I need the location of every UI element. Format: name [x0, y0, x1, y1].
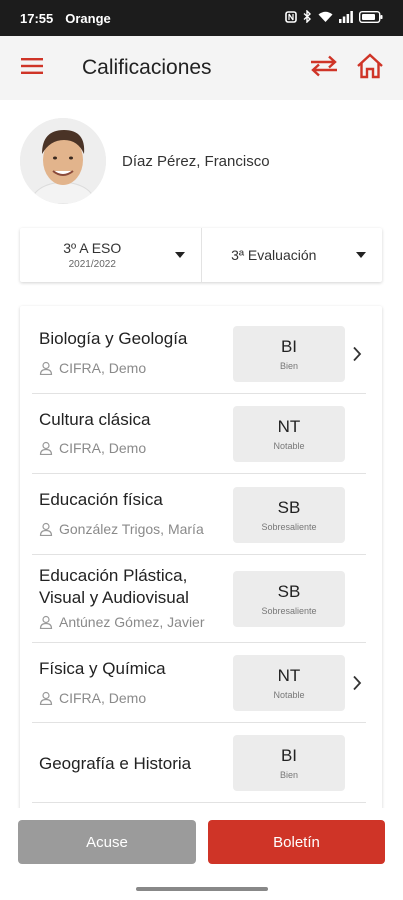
status-bar: 17:55 Orange [0, 0, 403, 36]
teacher-name: González Trigos, María [59, 521, 204, 537]
grade-badge: SB Sobresaliente [233, 487, 345, 543]
grade-badge: SB Sobresaliente [233, 571, 345, 627]
person-icon [39, 361, 53, 375]
bottom-actions: Acuse Boletín [0, 808, 403, 878]
subject-row[interactable]: Cultura clásica CIFRA, Demo NT Notable [20, 394, 382, 474]
subject-row[interactable]: Física y Química CIFRA, Demo NT Notable [20, 643, 382, 723]
subject-row[interactable]: Geografía e Historia BI Bien [20, 723, 382, 803]
teacher-name: Antúnez Gómez, Javier [59, 614, 205, 630]
app-bar: Calificaciones [0, 36, 403, 100]
gesture-bar[interactable] [136, 887, 268, 891]
evaluation-selector[interactable]: 3ª Evaluación [200, 228, 383, 282]
bluetooth-icon [303, 9, 312, 26]
grades-list: Biología y Geología CIFRA, Demo BI Bien … [20, 306, 382, 826]
teacher-name: CIFRA, Demo [59, 360, 147, 376]
teacher: CIFRA, Demo [39, 690, 146, 706]
subject-name: Educación física [39, 490, 163, 509]
school-year: 2021/2022 [68, 259, 116, 270]
divider [32, 802, 366, 803]
grade-code: SB [277, 582, 301, 601]
menu-icon [21, 57, 43, 80]
home-button[interactable] [347, 45, 393, 91]
grade-code: BI [280, 746, 298, 765]
menu-button[interactable] [0, 36, 64, 100]
system-icons [285, 9, 383, 26]
swap-arrows-icon [309, 55, 339, 82]
subject-row[interactable]: Educación Plástica, Visual y Audiovisual… [20, 555, 382, 643]
teacher: CIFRA, Demo [39, 440, 146, 456]
home-icon [356, 52, 384, 84]
evaluation-label: 3ª Evaluación [231, 247, 317, 263]
grade-code: BI [280, 337, 298, 356]
person-icon [39, 615, 53, 629]
grade-description: Notable [273, 690, 305, 700]
subject-name: Cultura clásica [39, 410, 151, 429]
chevron-right-icon[interactable] [350, 673, 364, 693]
teacher: González Trigos, María [39, 521, 204, 537]
filter-selectors: 3º A ESO 2021/2022 3ª Evaluación [20, 228, 382, 282]
student-name: Díaz Pérez, Francisco [122, 152, 270, 170]
grade-description: Bien [279, 770, 298, 780]
person-icon [39, 522, 53, 536]
grade-badge: NT Notable [233, 655, 345, 711]
grade-description: Notable [273, 441, 305, 451]
subject-name: Biología y Geología [39, 329, 188, 348]
grade-code: SB [277, 498, 301, 517]
wifi-icon [318, 11, 333, 26]
dropdown-caret-icon [174, 252, 185, 258]
subject-name: Física y Química [39, 659, 166, 678]
person-icon [39, 691, 53, 705]
grade-description: Bien [279, 361, 298, 371]
grade-code: NT [277, 666, 301, 685]
student-profile: Díaz Pérez, Francisco [20, 118, 270, 204]
grade-badge: NT Notable [233, 406, 345, 462]
nfc-icon [285, 10, 297, 26]
page-title: Calificaciones [82, 56, 212, 79]
teacher: CIFRA, Demo [39, 360, 146, 376]
person-icon [39, 441, 53, 455]
subject-name: Geografía e Historia [39, 754, 192, 773]
grade-code: NT [277, 417, 301, 436]
status-carrier: Orange [65, 10, 111, 26]
dropdown-caret-icon [356, 252, 366, 258]
avatar [20, 118, 106, 204]
chevron-right-icon[interactable] [350, 344, 364, 364]
acuse-button[interactable]: Acuse [18, 820, 196, 864]
subject-row[interactable]: Educación física González Trigos, María … [20, 474, 382, 555]
grade-badge: BI Bien [233, 326, 345, 382]
teacher-name: CIFRA, Demo [59, 440, 147, 456]
boletin-button[interactable]: Boletín [208, 820, 385, 864]
subject-row[interactable]: Biología y Geología CIFRA, Demo BI Bien [20, 306, 382, 394]
signal-icon [339, 10, 353, 26]
status-time: 17:55 [20, 10, 54, 26]
grade-badge: BI Bien [233, 735, 345, 791]
subject-name: Educación Plástica, Visual y Audiovisual [39, 566, 189, 607]
switch-student-button[interactable] [301, 45, 347, 91]
teacher-name: CIFRA, Demo [59, 690, 147, 706]
group-selector[interactable]: 3º A ESO 2021/2022 [20, 228, 201, 282]
teacher: Antúnez Gómez, Javier [39, 614, 205, 630]
group-label: 3º A ESO [63, 240, 122, 256]
battery-icon [358, 10, 383, 26]
grade-description: Sobresaliente [261, 606, 317, 616]
grade-description: Sobresaliente [261, 522, 317, 532]
